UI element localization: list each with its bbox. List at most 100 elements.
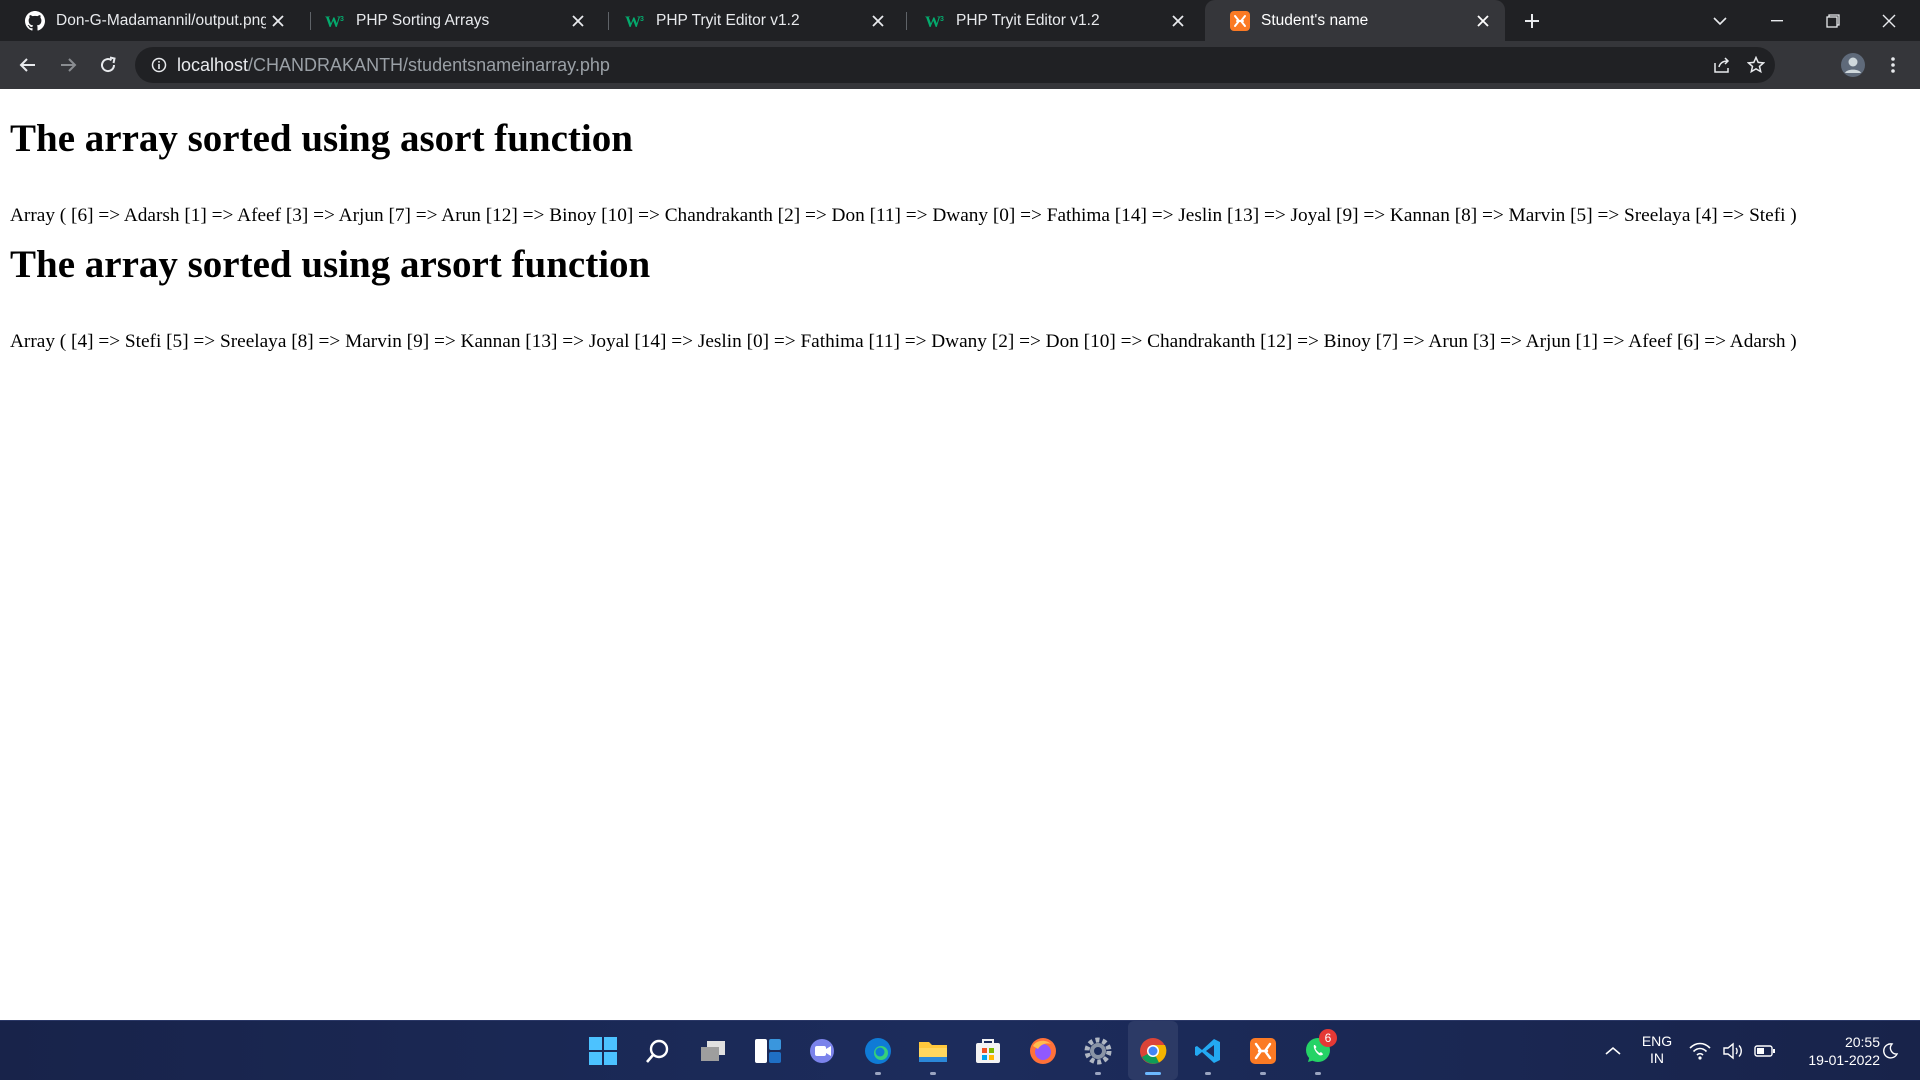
close-icon[interactable]	[866, 9, 890, 33]
bookmark-star-icon[interactable]	[1739, 47, 1773, 83]
chrome-menu-button[interactable]	[1873, 41, 1913, 89]
close-icon	[1882, 14, 1896, 27]
tab-search-button[interactable]	[1700, 0, 1740, 41]
tab-title: PHP Tryit Editor v1.2	[656, 11, 800, 29]
vscode-button[interactable]	[1183, 1021, 1233, 1080]
url-text[interactable]: localhost/CHANDRAKANTH/studentsnameinarr…	[177, 55, 610, 76]
taskbar-search-button[interactable]	[633, 1021, 683, 1080]
start-button[interactable]	[578, 1021, 628, 1080]
language-indicator[interactable]: ENG IN	[1632, 1021, 1682, 1080]
reload-button[interactable]	[88, 41, 128, 89]
start-icon	[589, 1036, 617, 1065]
profile-avatar[interactable]	[1833, 41, 1873, 89]
running-indicator	[875, 1072, 881, 1075]
settings-icon	[1084, 1037, 1112, 1064]
more-vertical-icon	[1891, 57, 1895, 73]
search-icon	[646, 1039, 669, 1063]
tab-php-tryit-editor-2[interactable]: W3 PHP Tryit Editor v1.2	[900, 0, 1200, 41]
share-icon[interactable]	[1705, 47, 1739, 83]
tab-title: PHP Sorting Arrays	[356, 11, 490, 29]
clock[interactable]: 20:55 19-01-2022	[1784, 1021, 1880, 1080]
notification-badge: 6	[1319, 1029, 1337, 1047]
reload-icon	[101, 56, 116, 73]
microsoft-store-icon	[976, 1038, 1000, 1063]
settings-button[interactable]	[1073, 1021, 1123, 1080]
output-asort: Array ( [6] => Adarsh [1] => Afeef [3] =…	[10, 205, 1797, 226]
running-indicator	[930, 1072, 936, 1075]
running-indicator	[1145, 1072, 1161, 1075]
svg-text:3: 3	[640, 16, 644, 23]
teams-chat-icon	[810, 1038, 834, 1063]
widgets-button[interactable]	[743, 1021, 793, 1080]
wifi-indicator[interactable]	[1685, 1021, 1715, 1080]
tab-php-tryit-editor-1[interactable]: W3 PHP Tryit Editor v1.2	[600, 0, 900, 41]
tab-title: Don-G-Madamannil/output.png	[56, 11, 266, 29]
back-button[interactable]	[8, 41, 48, 89]
close-icon[interactable]	[1471, 9, 1495, 33]
browser-toolbar: localhost/CHANDRAKANTH/studentsnameinarr…	[0, 41, 1920, 89]
new-tab-button[interactable]	[1512, 0, 1552, 41]
region-code: IN	[1650, 1050, 1664, 1066]
battery-indicator[interactable]	[1750, 1021, 1780, 1080]
file-explorer-icon	[919, 1041, 947, 1062]
edge-button[interactable]	[853, 1021, 903, 1080]
restore-button[interactable]	[1810, 0, 1856, 41]
volume-indicator[interactable]	[1718, 1021, 1748, 1080]
info-icon[interactable]	[149, 55, 169, 75]
output-arsort: Array ( [4] => Stefi [5] => Sreelaya [8]…	[10, 331, 1797, 352]
restore-icon	[1826, 13, 1840, 28]
minimize-icon	[1771, 19, 1783, 21]
notification-center-button[interactable]	[1870, 1021, 1910, 1080]
address-bar[interactable]: localhost/CHANDRAKANTH/studentsnameinarr…	[135, 47, 1775, 83]
plus-icon	[1525, 13, 1539, 28]
tab-github-output[interactable]: Don-G-Madamannil/output.png	[0, 0, 300, 41]
tab-php-sorting-arrays[interactable]: W3 PHP Sorting Arrays	[300, 0, 600, 41]
chrome-button[interactable]	[1128, 1021, 1178, 1080]
arrow-left-icon	[19, 58, 35, 72]
edge-icon	[865, 1037, 891, 1064]
running-indicator	[1315, 1072, 1321, 1075]
forward-button[interactable]	[48, 41, 88, 89]
running-indicator	[1205, 1072, 1211, 1075]
xampp-icon	[1250, 1037, 1276, 1064]
arrow-right-icon	[61, 58, 77, 72]
windows-taskbar: 6 ENG IN 20:55 19-01-2022	[0, 1020, 1920, 1080]
svg-text:3: 3	[940, 16, 944, 23]
svg-text:W: W	[625, 14, 641, 29]
tab-students-name[interactable]: Student's name	[1205, 0, 1505, 41]
url-path: /CHANDRAKANTH/studentsnameinarray.php	[248, 54, 610, 75]
task-view-icon	[701, 1040, 725, 1061]
widgets-icon	[755, 1038, 781, 1063]
close-icon[interactable]	[566, 9, 590, 33]
running-indicator	[1260, 1072, 1266, 1075]
task-view-button[interactable]	[688, 1021, 738, 1080]
close-icon[interactable]	[1166, 9, 1190, 33]
chevron-up-icon	[1605, 1046, 1621, 1055]
heading-asort: The array sorted using asort function	[10, 117, 633, 160]
github-icon	[24, 10, 46, 32]
battery-icon	[1754, 1044, 1775, 1057]
minimize-button[interactable]	[1754, 0, 1800, 41]
close-window-button[interactable]	[1866, 0, 1912, 41]
browser-tabstrip: Don-G-Madamannil/output.png W3 PHP Sorti…	[0, 0, 1920, 41]
file-explorer-button[interactable]	[908, 1021, 958, 1080]
moon-icon	[1883, 1042, 1899, 1059]
svg-text:W: W	[925, 14, 941, 29]
language-code: ENG	[1641, 1033, 1673, 1049]
show-hidden-icons-button[interactable]	[1588, 1021, 1638, 1080]
running-indicator	[1095, 1072, 1101, 1075]
teams-chat-button[interactable]	[798, 1021, 848, 1080]
xampp-icon	[1229, 10, 1251, 32]
chevron-down-icon	[1713, 16, 1727, 25]
xampp-button[interactable]	[1238, 1021, 1288, 1080]
svg-text:3: 3	[340, 16, 344, 23]
firefox-button[interactable]	[1018, 1021, 1068, 1080]
w3schools-icon: W3	[924, 10, 946, 32]
close-icon[interactable]	[266, 9, 290, 33]
microsoft-store-button[interactable]	[963, 1021, 1013, 1080]
whatsapp-button[interactable]: 6	[1293, 1021, 1343, 1080]
speaker-icon	[1723, 1042, 1742, 1059]
page-content: The array sorted using asort function Ar…	[0, 89, 1920, 1020]
avatar	[1841, 53, 1865, 77]
tab-title: PHP Tryit Editor v1.2	[956, 11, 1100, 29]
